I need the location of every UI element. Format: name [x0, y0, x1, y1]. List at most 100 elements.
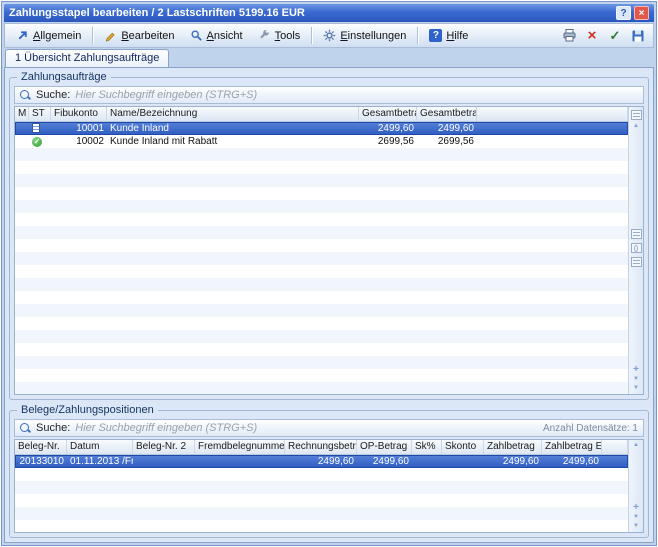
payment-document-icon	[32, 123, 40, 133]
menu-allgemein[interactable]: Allgemein	[9, 25, 88, 46]
menu-ansicht[interactable]: Ansicht	[183, 25, 250, 46]
column-header-fremdbelegnummer[interactable]: Fremdbelegnummer	[195, 440, 285, 454]
cell-fibukonto: 10001	[51, 122, 107, 135]
cell-gesamtbetrag: 2699,56	[359, 135, 417, 148]
cell-name: Kunde Inland mit Rabatt	[107, 135, 359, 148]
list-view-icon[interactable]	[631, 229, 642, 239]
print-button[interactable]	[558, 25, 580, 46]
positions-search-input[interactable]	[75, 422, 538, 434]
column-header-sk-prozent[interactable]: Sk%	[412, 440, 442, 454]
record-count: Anzahl Datensätze: 1	[543, 423, 638, 434]
positions-groupbox: Belege/Zahlungspositionen Suche: Anzahl …	[9, 410, 649, 538]
positions-group-title: Belege/Zahlungspositionen	[17, 404, 158, 416]
menu-hilfe[interactable]: ? Hilfe	[422, 25, 475, 46]
toolbar-separator	[311, 27, 312, 44]
column-header-rechnungsbetrag[interactable]: Rechnungsbetrag	[285, 440, 357, 454]
grid-options-icon[interactable]	[631, 110, 642, 120]
positions-grid-header: Beleg-Nr. Datum Beleg-Nr. 2 Fremdbelegnu…	[15, 440, 628, 455]
scroll-up-icon[interactable]: ▲	[633, 122, 639, 131]
window-help-icon[interactable]: ?	[616, 6, 631, 20]
column-header-gesamtbetrag-euro[interactable]: Gesamtbetrag Euro	[417, 107, 477, 121]
payments-grid: M ST Fibukonto Name/Bezeichnung Gesamtbe…	[14, 106, 644, 395]
positions-grid: Beleg-Nr. Datum Beleg-Nr. 2 Fremdbelegnu…	[14, 439, 644, 533]
cell-skonto	[442, 455, 484, 468]
cell-gesamtbetrag-euro: 2499,60	[417, 122, 477, 135]
tab-strip: 1 Übersicht Zahlungsaufträge	[4, 48, 654, 67]
cancel-button[interactable]: ×	[581, 25, 603, 46]
main-toolbar: Allgemein Bearbeiten Ansicht Tools Einst…	[4, 23, 654, 48]
save-button[interactable]	[627, 25, 649, 46]
cell-name: Kunde Inland	[107, 122, 359, 135]
menu-einstellungen[interactable]: Einstellungen	[316, 25, 413, 46]
positions-search-bar: Suche: Anzahl Datensätze: 1	[14, 419, 644, 437]
cell-datum: 01.11.2013 /Fr	[67, 455, 133, 468]
scroll-end-icon[interactable]: ▼	[633, 384, 639, 393]
title-bar: Zahlungsstapel bearbeiten / 2 Lastschrif…	[4, 4, 654, 22]
column-header-fibukonto[interactable]: Fibukonto	[51, 107, 107, 121]
wrench-icon	[258, 29, 271, 42]
toolbar-separator	[92, 27, 93, 44]
column-header-m[interactable]: M	[15, 107, 29, 121]
scroll-down-icon[interactable]: ▼	[633, 513, 639, 522]
ok-button[interactable]: ✓	[604, 25, 626, 46]
payments-grid-main: M ST Fibukonto Name/Bezeichnung Gesamtbe…	[15, 107, 628, 394]
cell-sk-prozent	[412, 455, 442, 468]
window-title: Zahlungsstapel bearbeiten / 2 Lastschrif…	[9, 7, 613, 19]
zoom-view-icon[interactable]	[631, 243, 642, 253]
cell-op-betrag: 2499,60	[357, 455, 412, 468]
scroll-down-icon[interactable]: ▼	[633, 375, 639, 384]
cell-fibukonto: 10002	[51, 135, 107, 148]
column-header-name[interactable]: Name/Bezeichnung	[107, 107, 359, 121]
positions-grid-body[interactable]: 20133010 01.11.2013 /Fr 2499,60 2499,60 …	[15, 455, 628, 532]
payments-grid-side-strip: ▲ + ▼ ▼	[628, 107, 643, 394]
search-icon	[20, 90, 31, 101]
status-ok-icon: ✓	[32, 137, 42, 147]
column-header-zahlbetrag-euro[interactable]: Zahlbetrag Euro	[542, 440, 602, 454]
cell-rechnungsbetrag: 2499,60	[285, 455, 357, 468]
detail-view-icon[interactable]	[631, 257, 642, 267]
column-header-beleg-nr-2[interactable]: Beleg-Nr. 2	[133, 440, 195, 454]
search-icon	[20, 423, 31, 434]
tab-uebersicht-zahlungsauftraege[interactable]: 1 Übersicht Zahlungsaufträge	[5, 49, 169, 67]
table-row[interactable]: ✓ 10002 Kunde Inland mit Rabatt 2699,56 …	[15, 135, 628, 148]
window-close-icon[interactable]: ×	[634, 6, 649, 20]
payments-search-bar: Suche:	[14, 86, 644, 104]
column-header-filler	[477, 107, 628, 121]
arrow-up-right-icon	[16, 29, 29, 42]
menu-tools[interactable]: Tools	[251, 25, 308, 46]
column-header-st[interactable]: ST	[29, 107, 51, 121]
payments-grid-body[interactable]: 10001 Kunde Inland 2499,60 2499,60 ✓ 100…	[15, 122, 628, 394]
payments-groupbox: Zahlungsaufträge Suche: M ST Fibukonto N…	[9, 77, 649, 400]
toolbar-separator	[417, 27, 418, 44]
scroll-end-icon[interactable]: ▼	[633, 522, 639, 531]
help-icon: ?	[429, 29, 442, 42]
cell-fremdbelegnummer	[195, 455, 285, 468]
cell-zahlbetrag-euro: 2499,60	[542, 455, 602, 468]
add-row-icon[interactable]: +	[633, 503, 639, 513]
column-header-op-betrag[interactable]: OP-Betrag	[357, 440, 412, 454]
table-row[interactable]: 10001 Kunde Inland 2499,60 2499,60	[15, 122, 628, 135]
magnifier-icon	[190, 29, 203, 42]
column-header-beleg-nr[interactable]: Beleg-Nr.	[15, 440, 67, 454]
positions-grid-main: Beleg-Nr. Datum Beleg-Nr. 2 Fremdbelegnu…	[15, 440, 628, 532]
column-header-filler	[602, 440, 628, 454]
cancel-x-icon: ×	[588, 28, 597, 43]
menu-bearbeiten[interactable]: Bearbeiten	[97, 25, 181, 46]
pencil-icon	[104, 29, 117, 42]
payments-search-input[interactable]	[75, 89, 638, 101]
add-row-icon[interactable]: +	[633, 365, 639, 375]
search-label: Suche:	[36, 422, 70, 434]
column-header-zahlbetrag[interactable]: Zahlbetrag	[484, 440, 542, 454]
column-header-gesamtbetrag[interactable]: Gesamtbetrag	[359, 107, 417, 121]
column-header-datum[interactable]: Datum	[67, 440, 133, 454]
column-header-skonto[interactable]: Skonto	[442, 440, 484, 454]
gear-icon	[323, 29, 336, 42]
cell-gesamtbetrag: 2499,60	[359, 122, 417, 135]
printer-icon	[562, 28, 577, 43]
cell-gesamtbetrag-euro: 2699,56	[417, 135, 477, 148]
table-row[interactable]: 20133010 01.11.2013 /Fr 2499,60 2499,60 …	[15, 455, 628, 468]
cell-beleg-nr: 20133010	[15, 455, 67, 468]
payments-grid-header: M ST Fibukonto Name/Bezeichnung Gesamtbe…	[15, 107, 628, 122]
positions-grid-side-strip: ▲ + ▼ ▼	[628, 440, 643, 532]
scroll-up-icon[interactable]: ▲	[633, 441, 639, 450]
